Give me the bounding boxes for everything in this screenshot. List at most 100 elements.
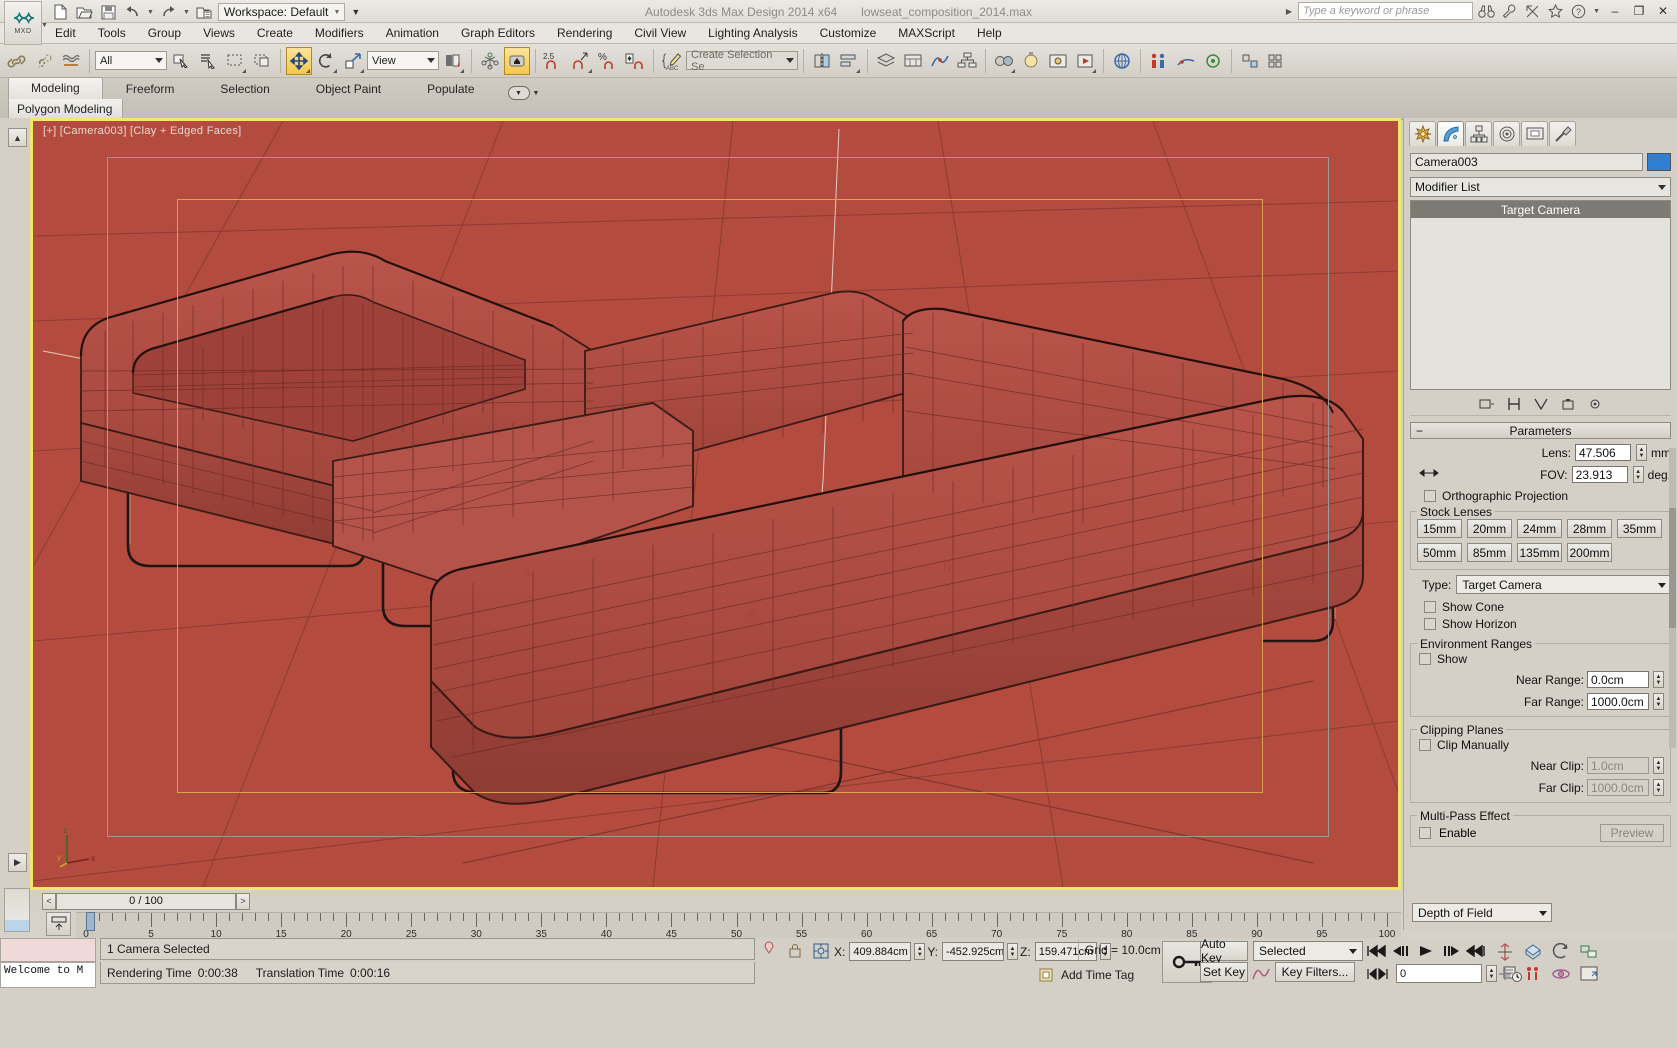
angle-snap-toggle-icon[interactable] [568,47,594,75]
search-input[interactable]: Type a keyword or phrase [1298,2,1474,20]
stock-lens-135mm[interactable]: 135mm [1517,543,1562,562]
help-icon[interactable]: ? [1569,2,1588,20]
menu-item-customize[interactable]: Customize [809,24,888,42]
go-to-start-button[interactable] [1363,940,1388,961]
time-slider-handle[interactable] [86,912,95,931]
multipass-enable-checkbox[interactable] [1419,827,1431,839]
key-mode-nav-button[interactable] [1363,963,1393,984]
populate-flow-icon[interactable] [1173,47,1199,75]
stock-lens-50mm[interactable]: 50mm [1417,543,1462,562]
near-range-field[interactable]: 0.0cm [1587,671,1649,688]
menu-item-graph-editors[interactable]: Graph Editors [450,24,546,42]
bind-to-space-warp-icon[interactable] [58,47,84,75]
create-tab-icon[interactable] [1409,121,1436,146]
menu-item-civil-view[interactable]: Civil View [623,24,697,42]
select-and-scale-icon[interactable] [340,47,366,75]
restore-button[interactable]: ❐ [1629,2,1649,20]
stock-lens-15mm[interactable]: 15mm [1417,519,1462,538]
walk-through-icon[interactable] [1520,962,1546,985]
object-name-field[interactable]: Camera003 [1410,153,1643,171]
menu-item-group[interactable]: Group [137,24,192,42]
select-object-icon[interactable] [168,47,194,75]
ribbon-tab-freeform[interactable]: Freeform [103,78,198,100]
close-button[interactable]: ✕ [1653,2,1673,20]
new-file-icon[interactable] [50,3,71,22]
set-project-folder-icon[interactable] [194,3,215,22]
utilities-tab-icon[interactable] [1549,121,1576,146]
graphite-modeling-tools-icon[interactable] [900,47,926,75]
go-to-end-button[interactable] [1463,940,1488,961]
modifier-stack[interactable]: Target Camera [1410,200,1671,390]
menu-item-animation[interactable]: Animation [375,24,450,42]
selection-lock-pin-icon[interactable] [758,939,780,961]
pin-stack-icon[interactable] [1478,396,1496,412]
populate-idle-icon[interactable] [1200,47,1226,75]
menu-item-tools[interactable]: Tools [87,24,137,42]
stock-lens-28mm[interactable]: 28mm [1567,519,1612,538]
select-and-rotate-icon[interactable] [313,47,339,75]
coord-x-field[interactable]: 409.884cm [849,942,912,961]
next-frame-button[interactable] [1438,940,1463,961]
command-panel-scrollbar[interactable] [1669,448,1676,748]
render-setup-icon[interactable] [1018,47,1044,75]
stock-lens-200mm[interactable]: 200mm [1567,543,1612,562]
make-unique-icon[interactable] [1532,396,1550,412]
use-selection-center-icon[interactable] [477,47,503,75]
fov-spinner[interactable]: ▲ ▼ [1632,466,1644,483]
binoculars-icon[interactable] [1477,2,1496,20]
orthographic-checkbox[interactable] [1424,490,1436,502]
named-selection-sets-combo[interactable]: Create Selection Se [686,49,798,73]
workspace-menu-icon[interactable]: ▼ [351,7,360,17]
scroll-up-button[interactable]: ▲ [8,128,27,147]
stock-lens-24mm[interactable]: 24mm [1517,519,1562,538]
populate-browse-icon[interactable] [1146,47,1172,75]
key-tangent-icon[interactable] [1250,963,1272,982]
redo-icon[interactable] [158,3,179,22]
align-icon[interactable] [836,47,862,75]
application-menu-caret-icon[interactable]: ▼ [41,22,48,29]
modify-tab-icon[interactable] [1437,121,1464,146]
ribbon-tab-populate[interactable]: Populate [404,78,497,100]
project-folder-icon[interactable] [1109,47,1135,75]
near-clip-field[interactable]: 1.0cm [1587,757,1649,774]
previous-frame-button[interactable] [1388,940,1413,961]
rectangular-selection-region-icon[interactable] [222,47,248,75]
curve-editor-icon[interactable] [927,47,953,75]
menu-item-help[interactable]: Help [966,24,1013,42]
save-file-icon[interactable] [98,3,119,22]
add-time-tag-label[interactable]: Add Time Tag [1061,968,1134,982]
show-end-result-icon[interactable] [1505,396,1523,412]
remove-modifier-icon[interactable] [1559,396,1577,412]
multipass-preview-button[interactable]: Preview [1600,824,1664,842]
ribbon-tab-modeling[interactable]: Modeling [8,77,103,100]
array-icon[interactable] [1264,47,1290,75]
set-key-button[interactable]: Set Key [1200,962,1248,982]
menu-item-modifiers[interactable]: Modifiers [304,24,375,42]
select-by-name-icon[interactable] [195,47,221,75]
near-clip-spinner[interactable]: ▲ ▼ [1653,757,1664,774]
window-crossing-toggle-icon[interactable] [249,47,275,75]
viewport-label[interactable]: [+] [Camera003] [Clay + Edged Faces] [43,125,242,137]
use-pivot-point-center-icon[interactable] [440,47,466,75]
frame-readout[interactable]: 0 / 100 [56,892,236,910]
far-clip-field[interactable]: 1000.0cm [1587,779,1649,796]
minimize-button[interactable]: – [1605,2,1625,20]
show-horizon-row[interactable]: Show Horizon [1410,617,1671,631]
workspace-selector[interactable]: Workspace: Default ▼ [217,3,346,21]
field-of-view-icon[interactable] [1548,940,1574,963]
undo-icon[interactable] [122,3,143,22]
exchange-icon[interactable] [1523,2,1542,20]
wrench-icon[interactable] [1500,2,1519,20]
configure-modifier-sets-icon[interactable] [1586,396,1604,412]
display-tab-icon[interactable] [1521,121,1548,146]
scroll-down-button[interactable]: ▶ [8,853,27,872]
modifier-stack-item[interactable]: Target Camera [1411,201,1670,218]
layer-manager-icon[interactable] [873,47,899,75]
multipass-effect-combo[interactable]: Depth of Field [1412,903,1552,922]
zoom-tool-icon[interactable] [1492,940,1518,963]
track-view-pad[interactable] [4,888,30,932]
object-color-swatch[interactable] [1647,153,1671,171]
ribbon-tab-selection[interactable]: Selection [197,78,292,100]
far-range-spinner[interactable]: ▲ ▼ [1653,693,1664,710]
near-range-spinner[interactable]: ▲ ▼ [1653,671,1664,688]
